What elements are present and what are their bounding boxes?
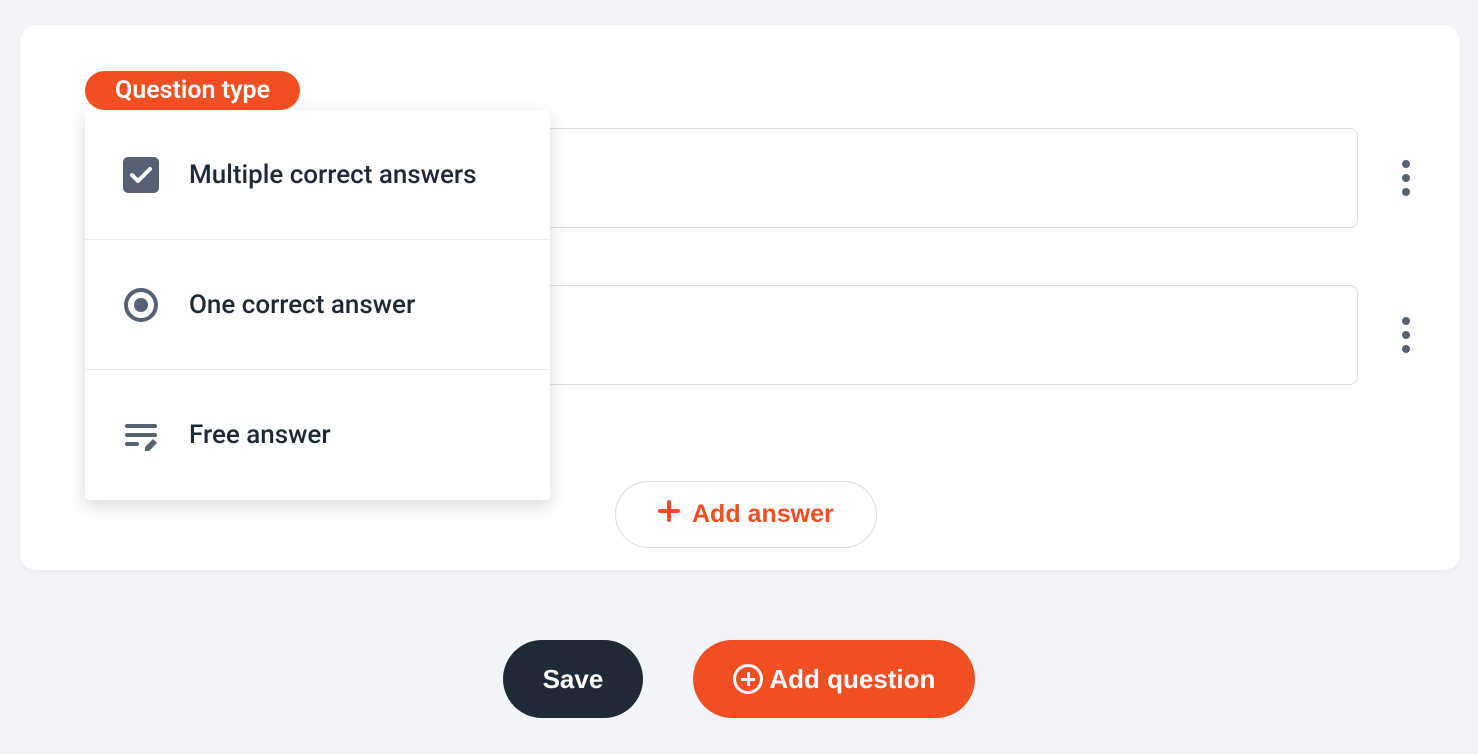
radio-selected-icon bbox=[123, 287, 159, 323]
add-question-button[interactable]: Add question bbox=[693, 640, 975, 718]
question-type-dropdown: Multiple correct answers One correct ans… bbox=[85, 110, 550, 500]
question-type-badge: Question type bbox=[85, 71, 300, 110]
dropdown-item-free[interactable]: Free answer bbox=[85, 370, 550, 500]
dropdown-item-label: Free answer bbox=[189, 420, 331, 450]
answer-options-button-2[interactable] bbox=[1386, 317, 1426, 353]
badge-label: Question type bbox=[115, 76, 270, 105]
dropdown-item-label: One correct answer bbox=[189, 290, 415, 320]
plus-icon bbox=[658, 500, 680, 529]
add-answer-label: Add answer bbox=[692, 500, 834, 529]
plus-circle-icon bbox=[733, 664, 763, 694]
save-button[interactable]: Save bbox=[503, 640, 644, 718]
add-question-label: Add question bbox=[769, 664, 935, 695]
answer-options-button-1[interactable] bbox=[1386, 160, 1426, 196]
dropdown-item-multiple[interactable]: Multiple correct answers bbox=[85, 110, 550, 240]
edit-lines-icon bbox=[123, 417, 159, 453]
checkbox-checked-icon bbox=[123, 157, 159, 193]
footer-buttons: Save Add question bbox=[0, 640, 1478, 718]
add-answer-button[interactable]: Add answer bbox=[615, 481, 877, 548]
question-card: Question type Multiple correct answers O… bbox=[20, 25, 1460, 570]
dropdown-item-one[interactable]: One correct answer bbox=[85, 240, 550, 370]
save-label: Save bbox=[543, 664, 604, 695]
dropdown-item-label: Multiple correct answers bbox=[189, 160, 477, 190]
